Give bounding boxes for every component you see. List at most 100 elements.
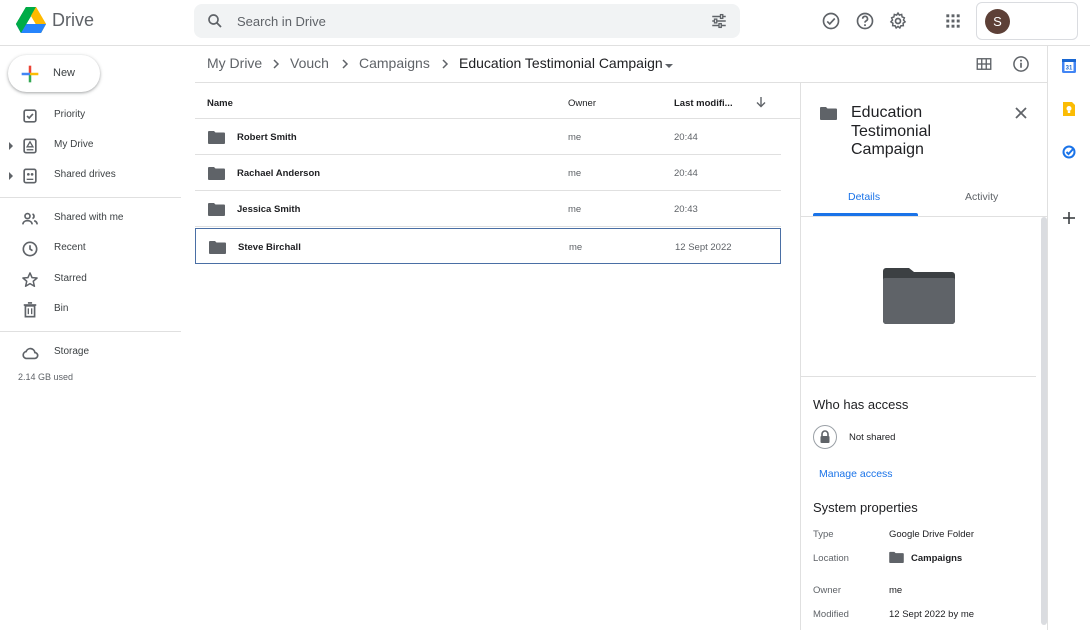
sidebar-divider bbox=[0, 331, 181, 332]
file-owner: me bbox=[568, 168, 582, 179]
active-tab-indicator bbox=[813, 213, 918, 216]
calendar-icon[interactable]: 31 bbox=[1061, 58, 1077, 74]
breadcrumb-current-folder[interactable]: Education Testimonial Campaign bbox=[459, 55, 663, 71]
sidebar-item-label: Shared drives bbox=[54, 169, 116, 180]
sidebar-item-my-drive[interactable]: My Drive bbox=[0, 134, 180, 158]
tab-activity[interactable]: Activity bbox=[965, 191, 998, 203]
folder-icon bbox=[208, 203, 225, 216]
file-modified: 20:44 bbox=[674, 168, 698, 179]
avatar[interactable]: S bbox=[985, 9, 1010, 34]
sidebar-item-label: Recent bbox=[54, 242, 86, 253]
folder-icon bbox=[208, 131, 225, 144]
priority-icon bbox=[23, 109, 37, 123]
account-switcher[interactable]: S bbox=[976, 2, 1078, 40]
folder-icon bbox=[208, 167, 225, 180]
sidebar-item-shared-with-me[interactable]: Shared with me bbox=[0, 207, 180, 231]
chevron-right-icon bbox=[342, 59, 349, 69]
breadcrumb-campaigns[interactable]: Campaigns bbox=[359, 55, 430, 71]
star-icon bbox=[22, 272, 38, 287]
details-title: Education Testimonial Campaign bbox=[851, 104, 932, 158]
property-modified-label: Modified bbox=[813, 609, 849, 620]
sidebar-item-label: Priority bbox=[54, 109, 86, 120]
system-properties-heading: System properties bbox=[813, 500, 918, 515]
details-tabs: Details Activity bbox=[801, 181, 1048, 217]
info-icon[interactable] bbox=[1011, 54, 1031, 74]
sidebar-item-bin[interactable]: Bin bbox=[0, 298, 180, 322]
property-owner-label: Owner bbox=[813, 585, 841, 596]
apps-grid-icon[interactable] bbox=[943, 11, 963, 31]
help-icon[interactable] bbox=[855, 11, 875, 31]
search-options-icon[interactable] bbox=[710, 12, 728, 30]
property-owner-value: me bbox=[889, 585, 903, 596]
expand-arrow-icon[interactable] bbox=[7, 170, 15, 182]
new-button[interactable]: New bbox=[8, 55, 100, 92]
search-input[interactable]: Search in Drive bbox=[237, 14, 326, 29]
breadcrumb-my-drive[interactable]: My Drive bbox=[207, 55, 262, 71]
shared-with-me-icon bbox=[22, 212, 38, 225]
folder-icon bbox=[209, 241, 226, 254]
property-type-value: Google Drive Folder bbox=[889, 529, 975, 540]
preview-divider bbox=[801, 376, 1036, 377]
folder-preview-icon bbox=[883, 268, 955, 324]
file-modified: 12 Sept 2022 bbox=[675, 242, 732, 253]
sidebar-item-starred[interactable]: Starred bbox=[0, 268, 180, 292]
file-list-header: Name Owner Last modifi... bbox=[195, 83, 800, 119]
bin-icon bbox=[23, 302, 37, 318]
folder-icon bbox=[820, 107, 837, 120]
settings-gear-icon[interactable] bbox=[888, 11, 908, 31]
table-row-selected[interactable]: Steve Birchall me 12 Sept 2022 bbox=[195, 228, 781, 264]
breadcrumb-vouch[interactable]: Vouch bbox=[290, 55, 329, 71]
property-location-label: Location bbox=[813, 553, 849, 564]
sidebar-item-storage[interactable]: Storage bbox=[0, 341, 180, 365]
file-owner: me bbox=[569, 242, 583, 253]
table-row[interactable]: Jessica Smith me 20:43 bbox=[195, 191, 781, 227]
search-bar[interactable]: Search in Drive bbox=[194, 4, 740, 38]
sidebar-item-label: Bin bbox=[54, 303, 69, 314]
sidebar-item-label: Shared with me bbox=[54, 212, 124, 223]
chevron-right-icon bbox=[442, 59, 449, 69]
ready-for-offline-icon[interactable] bbox=[821, 11, 841, 31]
file-owner: me bbox=[568, 132, 582, 143]
table-row[interactable]: Robert Smith me 20:44 bbox=[195, 119, 781, 155]
property-location-value[interactable]: Campaigns bbox=[911, 553, 962, 564]
column-modified-header[interactable]: Last modifi... bbox=[674, 98, 733, 109]
column-name-header[interactable]: Name bbox=[207, 98, 233, 109]
sidebar-item-recent[interactable]: Recent bbox=[0, 237, 180, 261]
close-icon[interactable] bbox=[1014, 106, 1028, 120]
property-type-label: Type bbox=[813, 529, 834, 540]
my-drive-icon bbox=[23, 138, 37, 154]
add-addon-plus-icon[interactable] bbox=[1061, 210, 1077, 226]
file-owner: me bbox=[568, 204, 582, 215]
file-name: Rachael Anderson bbox=[237, 168, 321, 179]
sidebar-item-label: Storage bbox=[54, 346, 90, 357]
folder-icon bbox=[889, 551, 904, 563]
sharing-status: Not shared bbox=[849, 432, 896, 443]
grid-view-icon[interactable] bbox=[975, 55, 993, 73]
sidebar-divider bbox=[0, 197, 181, 198]
manage-access-link[interactable]: Manage access bbox=[819, 468, 893, 480]
storage-used-text: 2.14 GB used bbox=[18, 372, 74, 382]
side-rail-divider bbox=[1047, 46, 1048, 630]
drive-logo-icon[interactable] bbox=[16, 7, 46, 34]
tasks-icon[interactable] bbox=[1061, 144, 1077, 160]
file-name: Jessica Smith bbox=[237, 204, 301, 215]
file-modified: 20:43 bbox=[674, 204, 698, 215]
sidebar-item-shared-drives[interactable]: Shared drives bbox=[0, 164, 180, 188]
table-row[interactable]: Rachael Anderson me 20:44 bbox=[195, 155, 781, 191]
svg-text:31: 31 bbox=[1066, 66, 1073, 72]
tab-details[interactable]: Details bbox=[848, 191, 880, 203]
dropdown-arrow-icon[interactable] bbox=[664, 60, 674, 72]
chevron-right-icon bbox=[273, 59, 280, 69]
column-owner-header[interactable]: Owner bbox=[568, 98, 596, 109]
expand-arrow-icon[interactable] bbox=[7, 140, 15, 152]
top-bar: Drive Search in Drive S bbox=[0, 0, 1090, 46]
search-icon[interactable] bbox=[206, 12, 224, 30]
sidebar-item-priority[interactable]: Priority bbox=[0, 104, 180, 128]
clock-icon bbox=[22, 241, 38, 257]
file-name: Robert Smith bbox=[237, 132, 297, 143]
sidebar-item-label: Starred bbox=[54, 273, 87, 284]
sort-arrow-down-icon[interactable] bbox=[755, 96, 767, 108]
file-name: Steve Birchall bbox=[238, 242, 301, 253]
sidebar-item-label: My Drive bbox=[54, 139, 94, 150]
keep-notes-icon[interactable] bbox=[1061, 101, 1077, 117]
